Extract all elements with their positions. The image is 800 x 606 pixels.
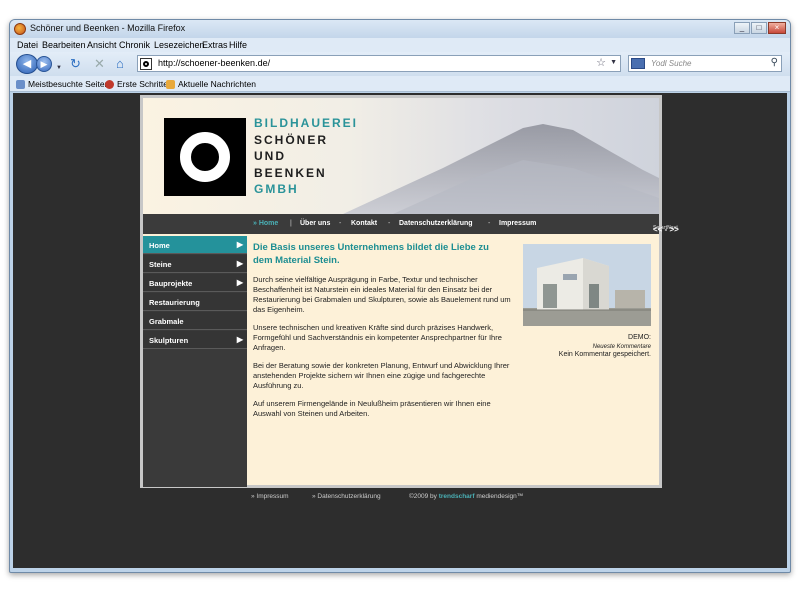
firm-line-4: BEENKEN (254, 165, 327, 180)
url-text[interactable]: http://schoener-beenken.de/ (158, 58, 270, 68)
menu-hilfe[interactable]: Hilfe (229, 40, 247, 50)
sidebar-item-restaurierung[interactable]: Restaurierung (143, 293, 247, 311)
site-identity-icon[interactable] (140, 58, 152, 70)
back-button[interactable]: ◀ (16, 54, 38, 74)
page-heading: Die Basis unseres Unternehmens bildet di… (253, 242, 489, 266)
footer-copyright: ©2009 by trendscharf mediendesign™ (409, 493, 523, 500)
building-photo (523, 244, 651, 326)
navigation-toolbar: ◀ ▶ ▼ ↻ ✕ ⌂ http://schoener-beenken.de/ … (10, 52, 790, 76)
top-navigation: » Home | Über uns - Kontakt - Datenschut… (143, 214, 679, 234)
sidebar-item-label[interactable]: Restaurierung (149, 298, 200, 307)
topnav-impressum[interactable]: Impressum (499, 220, 536, 227)
topnav-datenschutz[interactable]: Datenschutzerklärung (399, 220, 473, 227)
sidebar-item-grabmale[interactable]: Grabmale (143, 312, 247, 330)
search-placeholder[interactable]: Yodl Suche (651, 59, 691, 68)
topnav-home[interactable]: » Home (253, 220, 278, 227)
sidebar-item-steine[interactable]: Steine ▶ (143, 255, 247, 273)
topnav-ueber-uns[interactable]: Über uns (300, 220, 330, 227)
search-engine-icon[interactable] (631, 58, 645, 69)
bookmark-label[interactable]: Erste Schritte (117, 79, 168, 89)
demo-label: DEMO: (628, 334, 651, 341)
bookmarks-toolbar: Meistbesuchte Seiten Erste Schritte Aktu… (10, 76, 790, 92)
firefox-icon (14, 23, 26, 35)
firm-line-5: GMBH (254, 182, 299, 196)
company-logo[interactable] (164, 118, 246, 196)
search-bar[interactable]: Yodl Suche ⚲ (628, 55, 782, 72)
main-content: Die Basis unseres Unternehmens bildet di… (253, 242, 511, 419)
sidebar-item-label[interactable]: Steine (149, 260, 172, 269)
sidebar-item-skulpturen[interactable]: Skulpturen ▶ (143, 331, 247, 349)
bookmark-folder-icon (16, 79, 25, 89)
menu-extras[interactable]: Extras (202, 40, 228, 50)
paragraph: Bei der Beratung sowie der konkreten Pla… (253, 361, 510, 390)
website-page: BILDHAUEREI SCHÖNER UND BEENKEN GMBH » H… (140, 95, 679, 488)
company-name: BILDHAUEREI SCHÖNER UND BEENKEN GMBH (254, 115, 358, 198)
stop-icon[interactable]: ✕ (94, 57, 105, 71)
bookmark-label[interactable]: Meistbesuchte Seiten (28, 79, 109, 89)
forward-button[interactable]: ▶ (36, 56, 52, 72)
bookmark-item[interactable]: Meistbesuchte Seiten (16, 79, 109, 89)
logo-ring-icon (180, 132, 230, 182)
rss-feed-icon (166, 79, 175, 89)
menu-bar: Datei Bearbeiten Ansicht Chronik Lesezei… (10, 38, 790, 52)
maximize-button[interactable]: □ (751, 22, 767, 34)
topnav-separator: | (290, 220, 292, 227)
browser-window: Schöner und Beenken - Mozilla Firefox _ … (9, 19, 791, 573)
chevron-right-icon: ▶ (236, 240, 243, 249)
sidebar-item-label[interactable]: Home (149, 241, 170, 250)
page-viewport: BILDHAUEREI SCHÖNER UND BEENKEN GMBH » H… (13, 93, 787, 568)
window-controls: _ □ × (734, 22, 786, 34)
minimize-button[interactable]: _ (734, 22, 750, 34)
footer-datenschutz-link[interactable]: » Datenschutzerklärung (312, 493, 381, 500)
url-dropdown-icon[interactable]: ▼ (610, 59, 617, 66)
menu-chronik[interactable]: Chronik (119, 40, 150, 50)
copyright-suffix: mediendesign™ (476, 493, 524, 500)
topnav-separator: - (388, 220, 391, 227)
paragraph: Unsere technischen und kreativen Kräfte … (253, 323, 502, 352)
menu-ansicht[interactable]: Ansicht (87, 40, 117, 50)
site-header: BILDHAUEREI SCHÖNER UND BEENKEN GMBH (143, 98, 659, 214)
paragraph: Durch seine vielfältige Ausprägung in Fa… (253, 275, 511, 314)
menu-bearbeiten[interactable]: Bearbeiten (42, 40, 86, 50)
bookmark-star-icon[interactable]: ☆ (596, 56, 606, 69)
chevron-right-icon: ▶ (236, 259, 243, 268)
bookmark-page-icon (105, 79, 114, 89)
home-icon[interactable]: ⌂ (116, 57, 124, 71)
comments-widget: DEMO: Neueste Kommentare Kein Kommentar … (523, 334, 651, 360)
url-bar[interactable]: http://schoener-beenken.de/ ☆ ▼ (137, 55, 621, 72)
left-sidebar-nav: Home ▶ Steine ▶ Bauprojekte ▶ Restaurier… (143, 236, 247, 487)
smart-navi-arrows[interactable]: << - >> (653, 225, 679, 234)
sidebar-item-label[interactable]: Bauprojekte (149, 279, 192, 288)
sidebar-item-label[interactable]: Grabmale (149, 317, 184, 326)
recent-comments-title: Neueste Kommentare (592, 343, 651, 350)
bookmark-item[interactable]: Aktuelle Nachrichten (166, 79, 256, 89)
firm-line-2: SCHÖNER (254, 132, 329, 147)
footer-impressum-link[interactable]: » Impressum (251, 493, 289, 500)
close-button[interactable]: × (768, 22, 786, 34)
bookmark-item[interactable]: Erste Schritte (105, 79, 168, 89)
bookmark-label[interactable]: Aktuelle Nachrichten (178, 79, 256, 89)
topnav-separator: - (488, 220, 491, 227)
search-icon[interactable]: ⚲ (771, 57, 778, 68)
window-title: Schöner und Beenken - Mozilla Firefox (30, 23, 186, 33)
chevron-right-icon: ▶ (236, 335, 243, 344)
menu-datei[interactable]: Datei (17, 40, 38, 50)
footer-brand-link[interactable]: trendscharf (439, 493, 475, 500)
chevron-right-icon: ▶ (236, 278, 243, 287)
history-dropdown-icon[interactable]: ▼ (56, 61, 62, 75)
no-comment-text: Kein Kommentar gespeichert. (558, 351, 651, 358)
reload-icon[interactable]: ↻ (70, 57, 81, 71)
menu-lesezeichen[interactable]: Lesezeichen (154, 40, 205, 50)
topnav-kontakt[interactable]: Kontakt (351, 220, 377, 227)
sidebar-item-label[interactable]: Skulpturen (149, 336, 188, 345)
topnav-separator: - (339, 220, 342, 227)
copyright-text: ©2009 by (409, 493, 437, 500)
title-bar: Schöner und Beenken - Mozilla Firefox _ … (10, 20, 790, 38)
sidebar-item-home[interactable]: Home ▶ (143, 236, 247, 254)
site-footer: » Impressum » Datenschutzerklärung ©2009… (13, 492, 787, 504)
firm-line-3: UND (254, 149, 286, 163)
sidebar-item-bauprojekte[interactable]: Bauprojekte ▶ (143, 274, 247, 292)
firm-line-1: BILDHAUEREI (254, 116, 359, 130)
paragraph: Auf unserem Firmengelände in Neulußheim … (253, 399, 491, 418)
